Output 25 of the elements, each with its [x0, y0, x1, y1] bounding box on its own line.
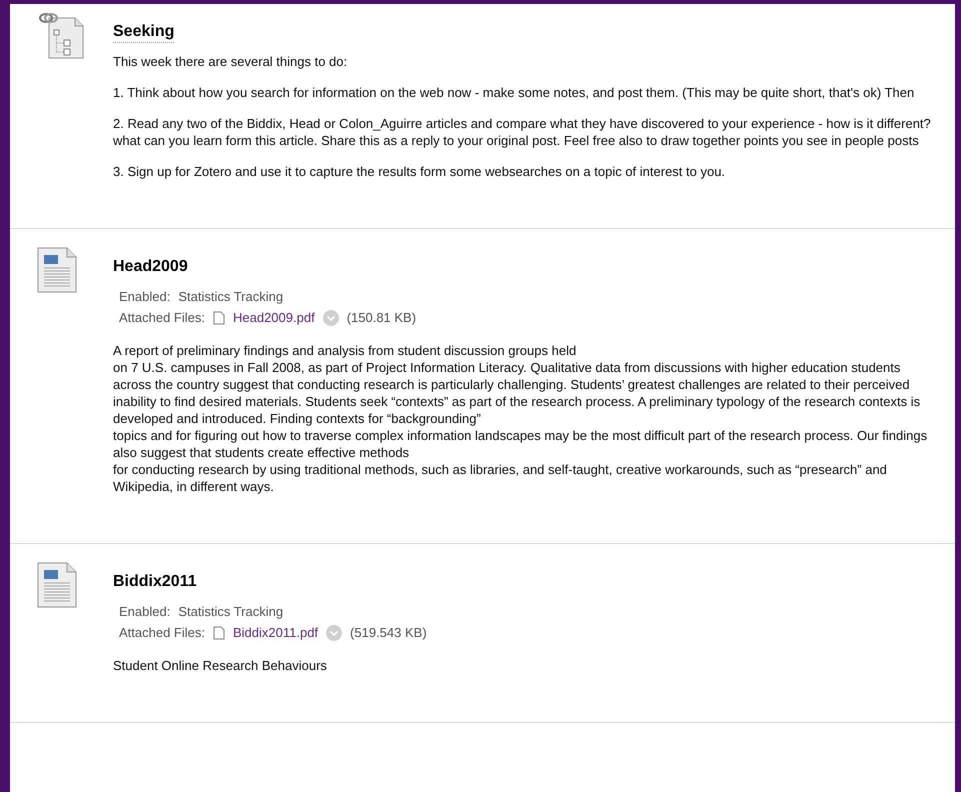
enabled-value: Statistics Tracking [178, 603, 284, 621]
file-icon [213, 626, 225, 640]
chevron-down-icon[interactable] [326, 624, 342, 640]
description-text: 2. Read any two of the Biddix, Head or Colon_Aguirre articles and compare what they have discovered to your experience - how is it different? what can you learn form this article. Share this as a reply to your original post. Feel free also to draw together points you see in people posts [113, 115, 932, 149]
document-icon [37, 562, 77, 608]
item-title[interactable]: Head2009 [113, 258, 188, 276]
description-text: Student Online Research Behaviours [113, 657, 328, 674]
file-size: (150.81 KB) [346, 309, 416, 327]
file-icon [213, 310, 225, 324]
description-text: 3. Sign up for Zotero and use it to capture the results form some websearches on a topic of interest to you. [113, 163, 726, 180]
chevron-down-icon[interactable] [322, 310, 339, 326]
attached-files-label: Attached Files: [119, 624, 205, 642]
attached-files-label: Attached Files: [119, 309, 205, 327]
description-text: 1. Think about how you search for information on the web now - make some notes, and post them. (This may be quite short, that's ok) Then [113, 84, 916, 101]
description-text: This week there are several things to do: [113, 53, 348, 70]
enabled-value: Statistics Tracking [178, 288, 284, 306]
item-title[interactable]: Seeking [113, 23, 174, 43]
item-title[interactable]: Biddix2011 [113, 573, 197, 591]
file-link[interactable]: Biddix2011.pdf [233, 622, 318, 643]
description-text: A report of preliminary findings and analysis from student discussion groups held on 7 U.S. campuses in Fall 2008, as part of Project Information Literacy. Qualitative data from discussions with higher education students across the country suggest that conducting research is particularly challenging. Students’ greatest challenges are related to their perceived inability to find desired materials. Students seek “contexts” as part of the research process. A preliminary typology of the research contexts is developed and introduced. Finding contexts for “backgrounding” topics and for figuring out how to traverse complex information landscapes may be the most difficult part of the research process. Our findings also suggest that students create effective methods for conducting research by using traditional methods, such as libraries, and self-taught, creative workarounds, such as “presearch” and Wikipedia, in different ways. [113, 342, 928, 495]
file-link[interactable]: Head2009.pdf [233, 307, 315, 328]
enabled-label: Enabled: [119, 603, 170, 621]
file-size: (519.543 KB) [350, 624, 427, 642]
document-icon [37, 247, 77, 293]
enabled-label: Enabled: [119, 288, 170, 306]
